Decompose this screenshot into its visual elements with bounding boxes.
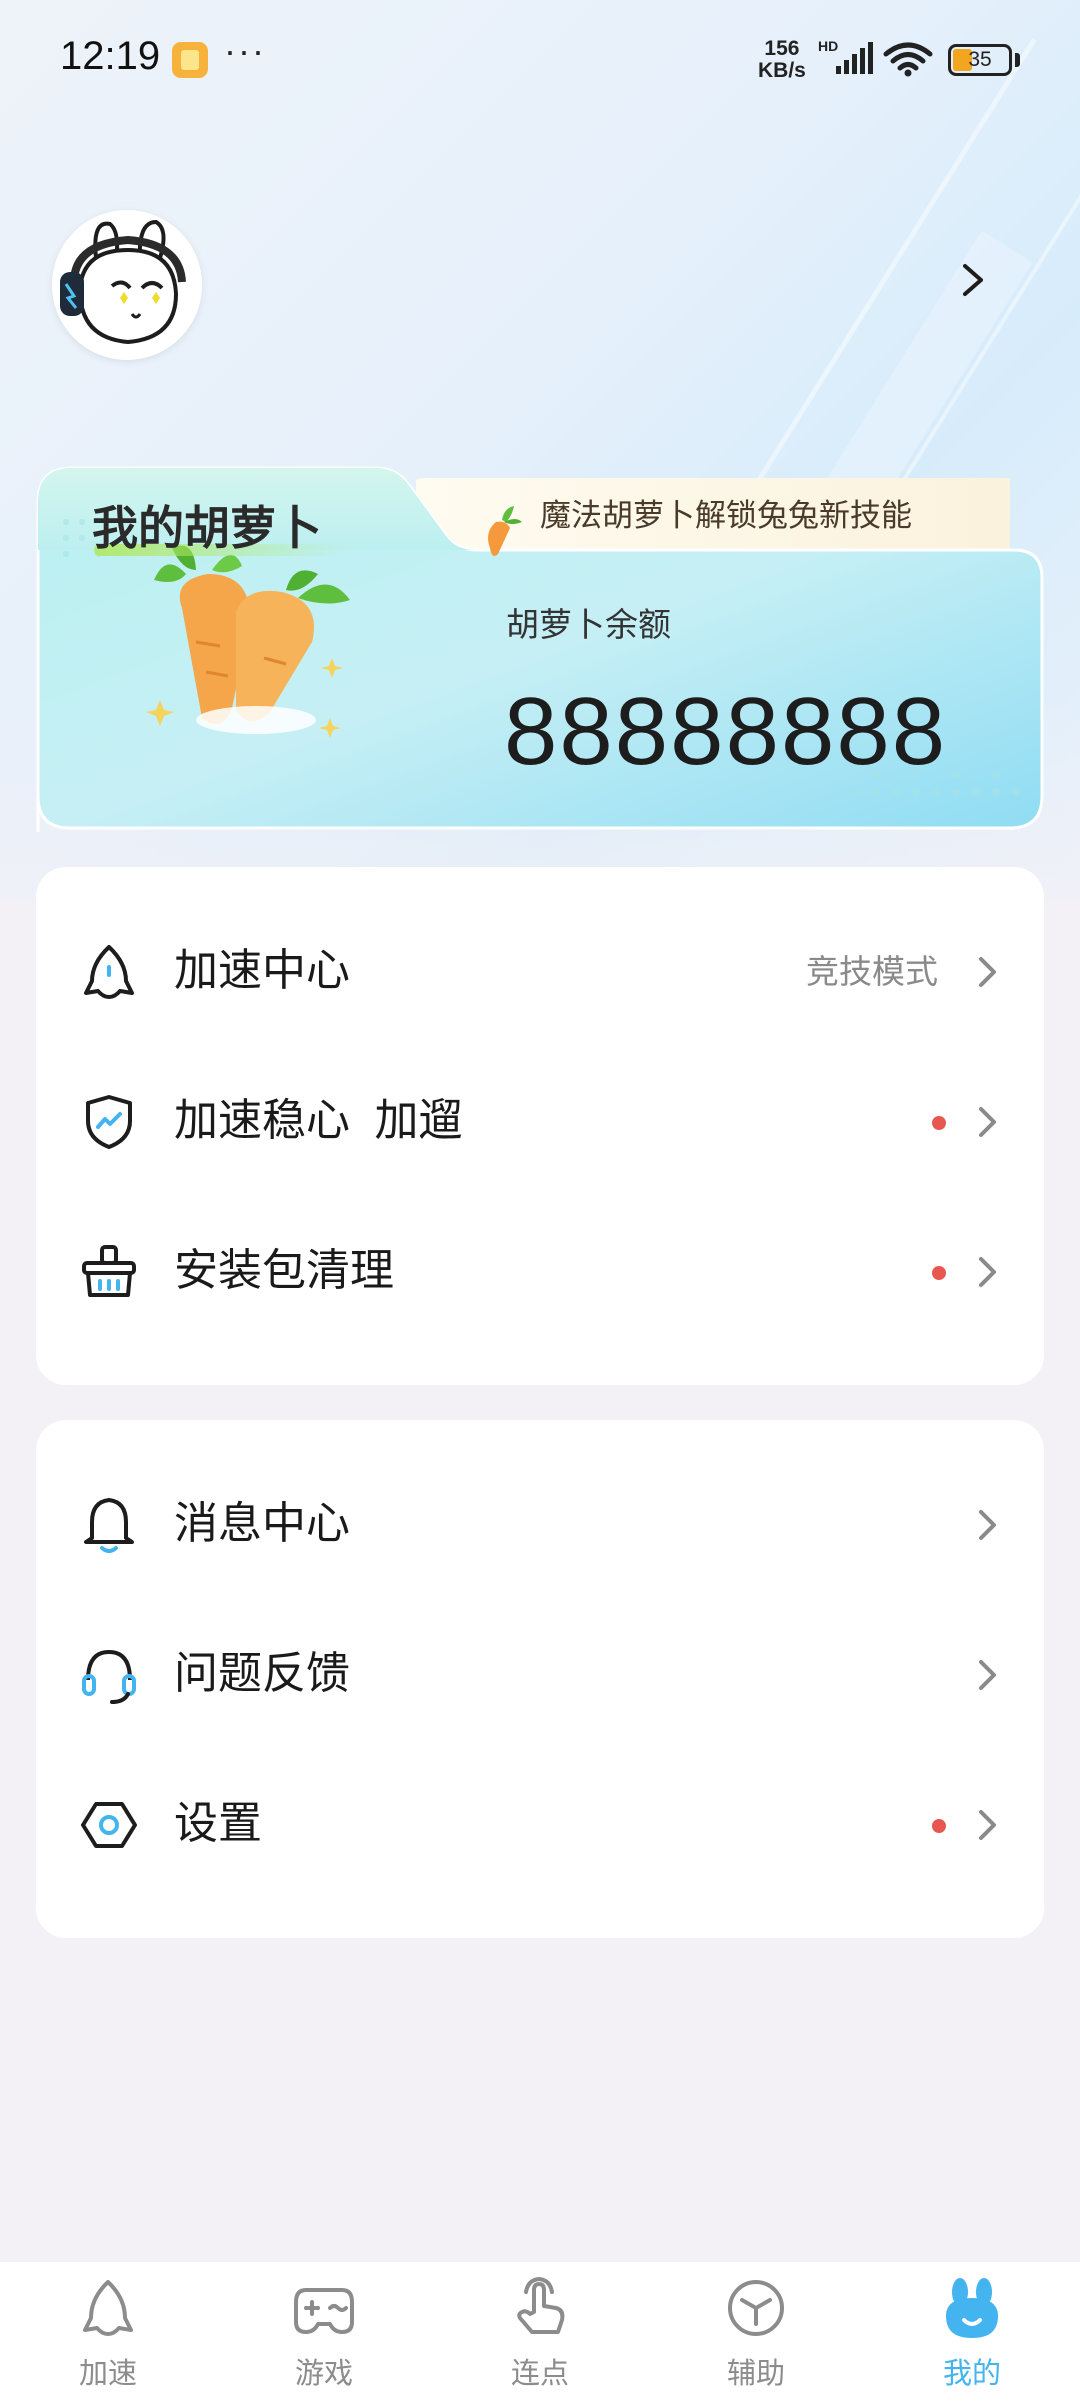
- menu-group-general: 消息中心 问题反馈 设置: [36, 1420, 1044, 1938]
- menu-item-package-cleanup[interactable]: 安装包清理: [36, 1197, 1044, 1347]
- network-speed-value: 156: [764, 37, 800, 60]
- carrot-banner-text[interactable]: 魔法胡萝卜解锁兔兔新技能: [540, 490, 912, 535]
- tab-label: 我的: [942, 2358, 1001, 2390]
- status-bar: 12:19 ··· 156 KB/s HD 35: [0, 0, 1080, 118]
- menu-item-settings[interactable]: 设置: [36, 1750, 1044, 1900]
- chevron-right-icon: [979, 1810, 996, 1840]
- tab-label: 加速: [78, 2358, 137, 2390]
- gamepad-icon: [294, 2288, 354, 2334]
- menu-label: 加速稳心 加遛: [174, 1096, 463, 1145]
- cell-signal-icon: [836, 42, 873, 74]
- rocket-icon: [83, 2280, 133, 2336]
- chevron-right-icon: [979, 1660, 996, 1690]
- notification-dot: [932, 1116, 946, 1130]
- chevron-right-icon[interactable]: [955, 260, 991, 300]
- notification-dot: [932, 1266, 946, 1280]
- tab-me[interactable]: 我的: [864, 2262, 1080, 2401]
- chevron-right-icon: [979, 1107, 996, 1137]
- rabbit-avatar-icon: [52, 210, 202, 360]
- tab-label: 连点: [510, 2358, 569, 2390]
- tab-assist[interactable]: 辅助: [648, 2262, 864, 2401]
- basket-icon: [82, 1245, 136, 1297]
- battery-icon: 35: [948, 44, 1012, 76]
- network-speed-unit: KB/s: [758, 59, 806, 82]
- carrot-balance-value: 88888888: [504, 678, 948, 785]
- tab-auto-click[interactable]: 连点: [432, 2262, 648, 2401]
- tab-games[interactable]: 游戏: [216, 2262, 432, 2401]
- tab-accelerate[interactable]: 加速: [0, 2262, 216, 2401]
- menu-group-acceleration: 加速中心 竞技模式 加速稳心 加遛 安装包清理: [36, 867, 1044, 1385]
- chevron-right-icon: [979, 1257, 996, 1287]
- rabbit-icon: [946, 2278, 998, 2338]
- chevron-right-icon: [979, 1510, 996, 1540]
- carrot-balance-card[interactable]: 我的胡萝卜 魔法胡萝卜解锁兔兔新技能 胡萝卜余额 88888888: [36, 462, 1044, 832]
- menu-label: 问题反馈: [174, 1649, 350, 1698]
- cube-icon: [728, 2280, 784, 2336]
- menu-value: 竞技模式: [806, 953, 938, 990]
- battery-level: 35: [968, 48, 992, 71]
- notification-dot: [932, 1819, 946, 1833]
- tap-finger-icon: [517, 2276, 565, 2334]
- notes-app-icon: [172, 42, 208, 78]
- menu-label: 消息中心: [174, 1499, 350, 1548]
- menu-item-acceleration-center[interactable]: 加速中心 竞技模式: [36, 897, 1044, 1047]
- tab-label: 游戏: [294, 2358, 353, 2390]
- more-notifications-icon: ···: [224, 30, 266, 71]
- avatar[interactable]: [52, 210, 202, 360]
- menu-item-feedback[interactable]: 问题反馈: [36, 1600, 1044, 1750]
- bell-icon: [84, 1498, 134, 1553]
- network-speed: 156 KB/s: [758, 38, 806, 82]
- battery-tip: [1015, 53, 1020, 67]
- menu-label: 加速中心: [174, 946, 350, 995]
- shield-icon: [86, 1095, 132, 1149]
- settings-hexagon-icon: [81, 1802, 137, 1848]
- chevron-right-icon: [979, 957, 996, 987]
- headset-icon: [82, 1649, 136, 1704]
- menu-item-stable-acceleration[interactable]: 加速稳心 加遛: [36, 1047, 1044, 1197]
- carrot-card-title: 我的胡萝卜: [92, 502, 322, 554]
- menu-label: 安装包清理: [174, 1246, 394, 1295]
- carrot-balance-label: 胡萝卜余额: [506, 606, 671, 643]
- menu-item-message-center[interactable]: 消息中心: [36, 1450, 1044, 1600]
- rocket-icon: [84, 945, 134, 999]
- status-time: 12:19: [60, 34, 161, 78]
- wifi-icon: [883, 42, 933, 77]
- menu-label: 设置: [174, 1799, 262, 1848]
- bottom-navigation: 加速 游戏 连点 辅助 我的: [0, 2262, 1080, 2401]
- tab-label: 辅助: [726, 2358, 785, 2390]
